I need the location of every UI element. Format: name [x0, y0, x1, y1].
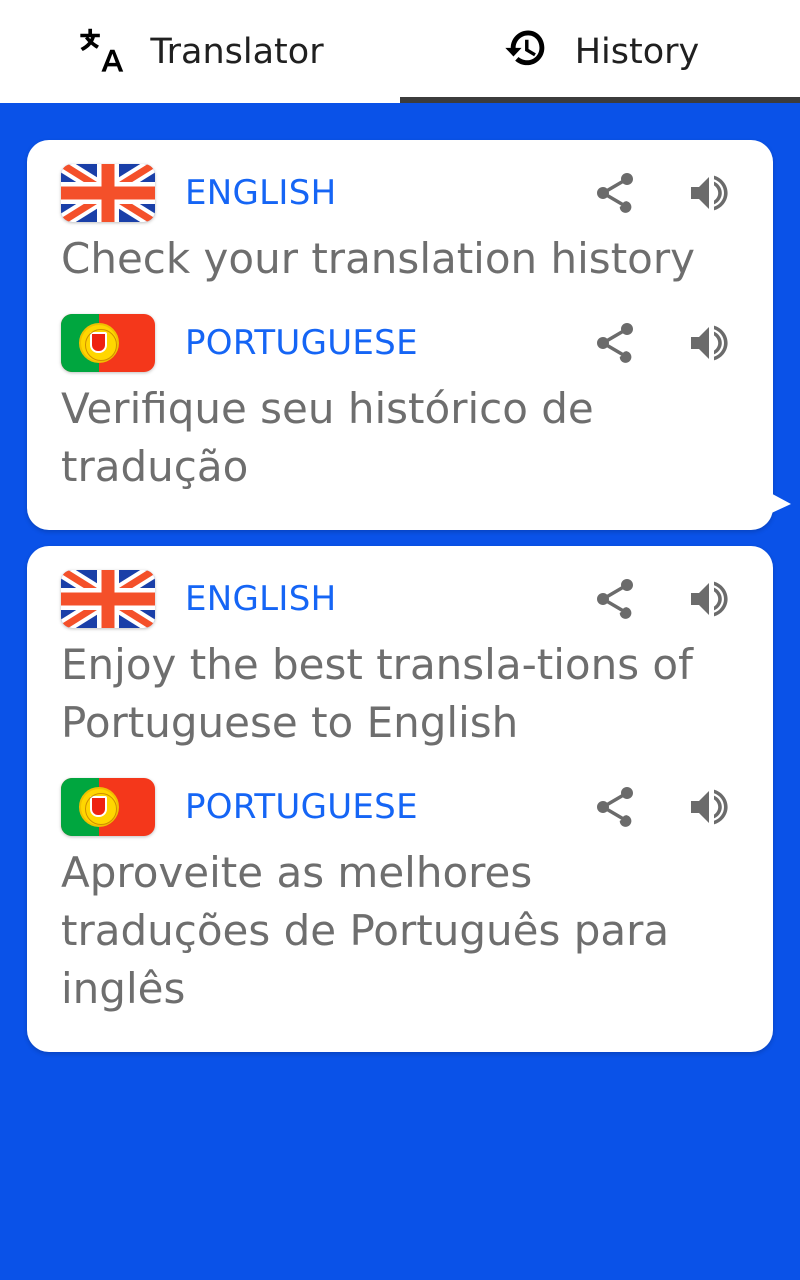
source-row-actions	[587, 571, 743, 627]
source-text: Enjoy the best transla-tions of Portugue…	[61, 639, 693, 747]
source-language-label: ENGLISH	[185, 173, 337, 213]
target-language-label: PORTUGUESE	[185, 786, 418, 827]
share-icon[interactable]	[587, 571, 643, 627]
share-icon[interactable]	[587, 779, 643, 835]
target-row-actions	[587, 315, 743, 371]
portugal-flag-icon	[61, 313, 155, 372]
uk-flag-icon	[61, 164, 155, 222]
uk-flag-icon	[61, 569, 155, 628]
portugal-flag-icon	[61, 777, 155, 836]
share-icon[interactable]	[587, 315, 643, 371]
share-icon[interactable]	[587, 165, 643, 221]
volume-icon[interactable]	[681, 165, 737, 221]
tab-history-label: History	[574, 31, 700, 72]
tab-history[interactable]: History	[400, 0, 800, 103]
translate-icon	[76, 24, 128, 80]
volume-icon[interactable]	[681, 315, 737, 371]
history-card[interactable]: ENGLISH Enjoy the best transla-tions of …	[27, 545, 773, 1052]
volume-icon[interactable]	[681, 779, 737, 835]
tab-translator[interactable]: Translator	[0, 0, 400, 103]
tab-bar: Translator History	[0, 0, 800, 103]
target-language-row: PORTUGUESE	[27, 304, 773, 376]
history-clock-icon	[501, 24, 553, 80]
source-row-actions	[587, 165, 743, 221]
target-text: Verifique seu histórico de tradução	[61, 383, 594, 491]
target-language-label: PORTUGUESE	[185, 322, 418, 363]
history-card[interactable]: ENGLISH Check your translation history P…	[27, 140, 791, 530]
history-page-background: ENGLISH Check your translation history P…	[0, 103, 800, 1280]
source-text: Check your translation history	[61, 234, 695, 283]
target-row-actions	[587, 779, 743, 835]
history-list[interactable]: ENGLISH Check your translation history P…	[0, 103, 800, 1280]
target-text: Aproveite as melhores traduções de Portu…	[61, 847, 670, 1013]
source-language-label: ENGLISH	[185, 578, 337, 619]
source-language-row: ENGLISH	[27, 560, 773, 632]
volume-icon[interactable]	[681, 571, 737, 627]
target-language-row: PORTUGUESE	[27, 768, 773, 840]
source-language-row: ENGLISH	[27, 154, 773, 226]
tab-translator-label: Translator	[150, 31, 324, 72]
